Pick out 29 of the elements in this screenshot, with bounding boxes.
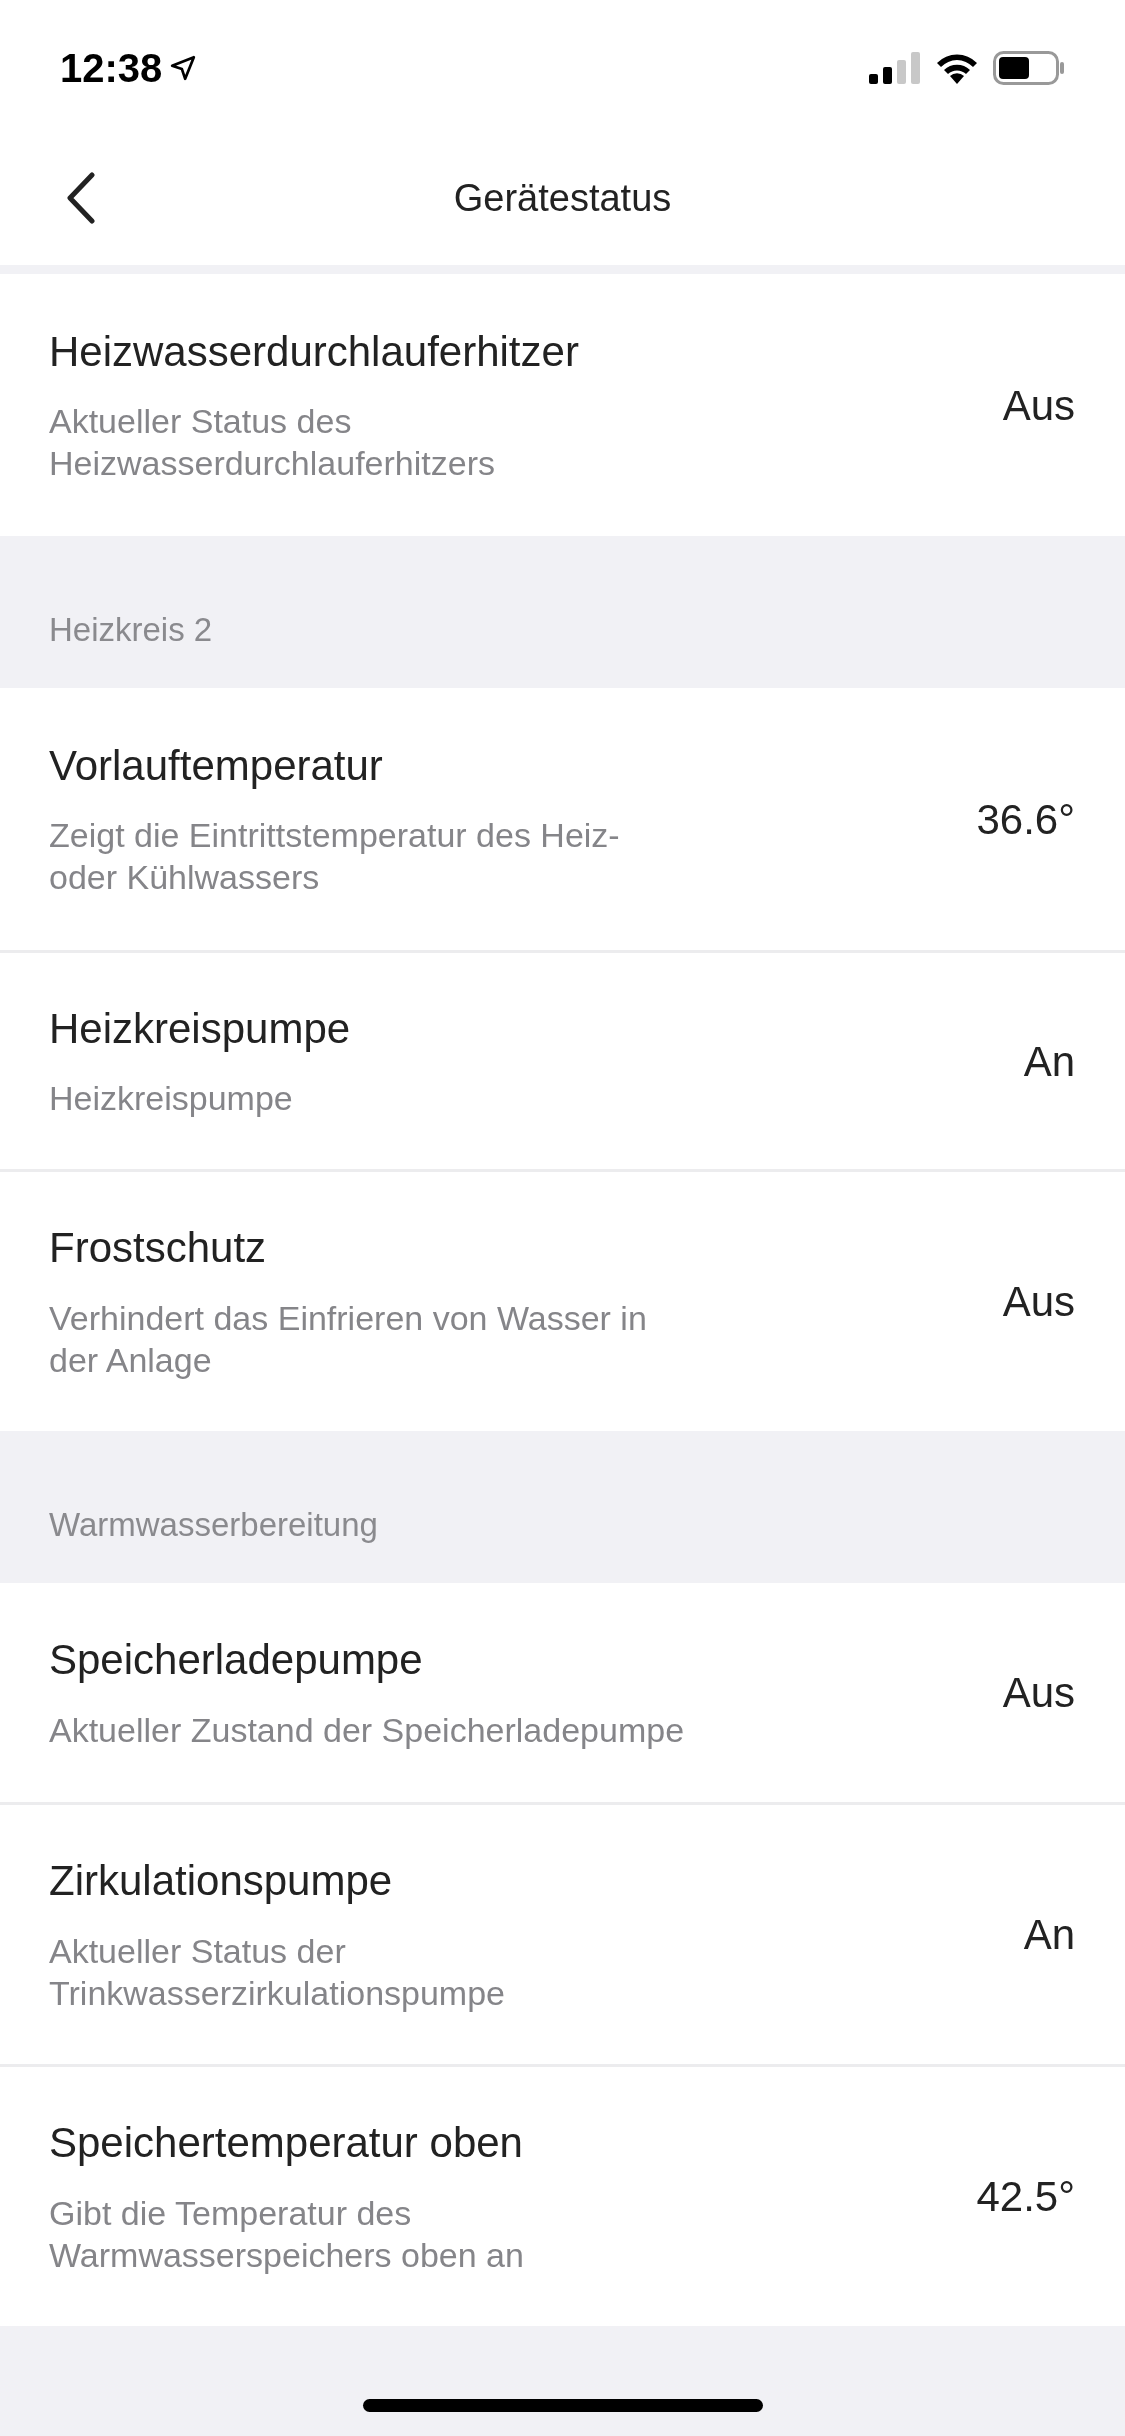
status-value: An: [1023, 1910, 1075, 1960]
section-header: Warmwasserbereitung: [49, 1504, 378, 1545]
setting-description: Zeigt die Eintrittstemperatur des Heiz- oder Kühlwassers: [49, 815, 620, 899]
setting-title: Speichertemperatur oben: [49, 2118, 524, 2169]
setting-title: Zirkulationspumpe: [49, 1856, 394, 1907]
screen-title: Gerätestatus: [453, 177, 672, 219]
status-value: Aus: [1002, 380, 1075, 431]
status-value: An: [1023, 1036, 1075, 1087]
setting-title: Frostschutz: [49, 1223, 268, 1274]
setting-title: Vorlauftemperatur: [49, 740, 384, 791]
wifi-icon: [935, 52, 979, 84]
setting-description: Heizkreispumpe: [49, 1078, 294, 1120]
battery-icon: [993, 51, 1065, 85]
setting-title: Speicherladepumpe: [49, 1635, 424, 1686]
setting-description: Aktueller Zustand der Speicherladepumpe: [49, 1709, 685, 1751]
status-value: Aus: [1002, 1668, 1075, 1718]
status-value: 42.5°: [976, 2172, 1075, 2222]
setting-title: Heizwasserdurchlauferhitzer: [49, 326, 579, 377]
clock-time: 12:38: [60, 45, 163, 92]
section-header: Heizkreis 2: [49, 609, 213, 650]
status-value: 36.6°: [976, 794, 1075, 845]
setting-title: Heizkreispumpe: [49, 1003, 351, 1054]
setting-description: Aktueller Status der Trinkwasserzirkulationspumpe: [49, 1930, 505, 2014]
status-value: Aus: [1002, 1277, 1075, 1327]
signal-icon: [869, 52, 921, 84]
setting-description: Aktueller Status des Heizwasserdurchlauferhitzers: [49, 401, 496, 485]
location-arrow-icon: [170, 55, 197, 81]
setting-description: Gibt die Temperatur des Warmwasserspeichers oben an: [49, 2192, 524, 2276]
setting-description: Verhindert das Einfrieren von Wasser in der Anlage: [49, 1297, 647, 1381]
